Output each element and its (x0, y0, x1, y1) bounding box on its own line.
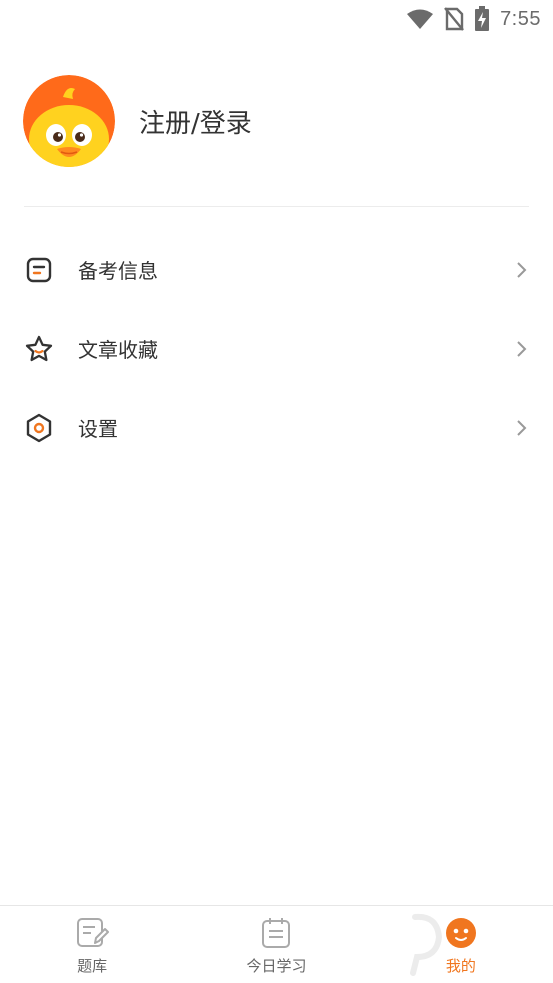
menu-item-label: 文章收藏 (78, 338, 158, 362)
menu-item-favorites[interactable]: 文章收藏 (0, 309, 553, 388)
edit-sheet-icon (75, 916, 110, 950)
menu-item-label: 设置 (78, 417, 118, 441)
calendar-list-icon (259, 916, 293, 950)
profile-divider (24, 206, 529, 207)
tab-label: 今日学习 (246, 957, 307, 975)
chevron-right-icon (513, 339, 529, 359)
settings-hexagon-icon (24, 413, 54, 443)
tab-label: 我的 (445, 957, 476, 975)
profile-face-icon (444, 916, 478, 950)
wifi-icon (406, 8, 434, 30)
duck-avatar-icon[interactable] (23, 75, 115, 167)
chevron-right-icon (513, 260, 529, 280)
chevron-right-icon (513, 418, 529, 438)
menu-item-settings[interactable]: 设置 (0, 388, 553, 467)
battery-charging-icon (474, 6, 490, 32)
status-time: 7:55 (500, 7, 541, 30)
star-icon (24, 334, 54, 364)
settings-menu: 备考信息 文章收藏 设置 (0, 230, 553, 467)
login-register-link[interactable]: 注册/登录 (139, 103, 252, 140)
tab-mine[interactable]: 我的 (369, 906, 553, 983)
tab-today-study[interactable]: 今日学习 (184, 906, 368, 983)
app-screen: 7:55 注册/登录 备考信息 文章收藏 设置 题库 今日学习 我的 (0, 0, 553, 983)
tab-label: 题库 (77, 957, 108, 975)
tab-question-bank[interactable]: 题库 (0, 906, 184, 983)
profile-header[interactable]: 注册/登录 (23, 74, 530, 168)
menu-item-label: 备考信息 (78, 259, 158, 283)
no-sim-icon (444, 7, 464, 31)
note-icon (24, 255, 54, 285)
status-bar: 7:55 (0, 0, 553, 38)
menu-item-exam-info[interactable]: 备考信息 (0, 230, 553, 309)
bottom-navigation: 题库 今日学习 我的 (0, 905, 553, 983)
